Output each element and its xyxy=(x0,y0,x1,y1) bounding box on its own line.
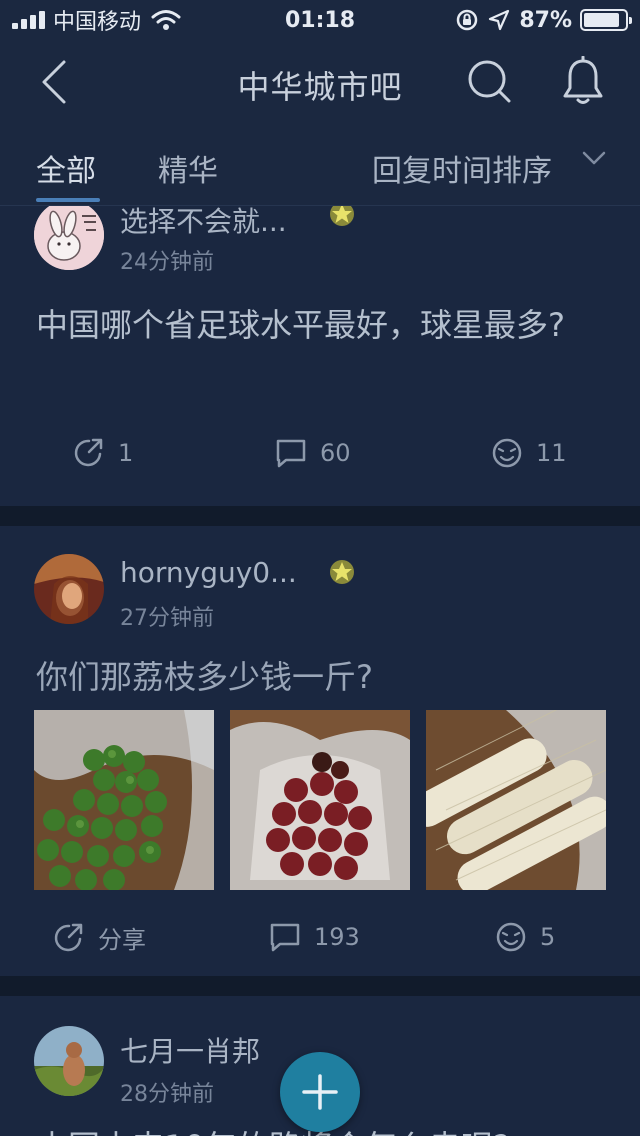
comment-icon xyxy=(276,439,306,468)
status-bar: 中国移动 01:18 87% xyxy=(0,0,640,40)
post-image-corn[interactable] xyxy=(426,710,606,890)
post-username[interactable]: hornyguy0... xyxy=(120,556,297,589)
new-post-button[interactable] xyxy=(280,1052,360,1132)
comment-button[interactable]: 60 xyxy=(274,436,351,470)
post-time: 28分钟前 xyxy=(120,1082,214,1107)
wifi-icon xyxy=(151,10,181,30)
comment-icon xyxy=(270,923,300,952)
level-badge-icon xyxy=(330,560,354,584)
level-badge-icon xyxy=(330,206,354,226)
status-right: 87% xyxy=(455,7,632,33)
like-button[interactable]: 11 xyxy=(490,436,567,470)
post-card[interactable]: 选择不会就... 24分钟前 中国哪个省足球水平最好，球星最多? 1 60 11 xyxy=(0,206,640,506)
share-label: 分享 xyxy=(98,926,146,954)
post-username[interactable]: 选择不会就... xyxy=(120,206,287,240)
battery-icon xyxy=(580,9,632,31)
app-screen: 中国移动 01:18 87% 中华城市吧 全部 精华 回复时间排序 选择不会就.… xyxy=(0,0,640,1136)
sort-dropdown[interactable]: 回复时间排序 xyxy=(372,146,552,190)
post-feed: 选择不会就... 24分钟前 中国哪个省足球水平最好，球星最多? 1 60 11… xyxy=(0,206,640,1136)
share-icon xyxy=(74,438,103,467)
bell-icon[interactable] xyxy=(560,56,606,106)
battery-percent: 87% xyxy=(519,7,572,33)
avatar[interactable] xyxy=(34,554,104,624)
location-icon xyxy=(489,9,510,31)
post-title[interactable]: 中国哪个省足球水平最好，球星最多? xyxy=(36,298,606,352)
avatar[interactable] xyxy=(34,206,104,270)
carrier-name: 中国移动 xyxy=(53,10,142,35)
post-time: 24分钟前 xyxy=(120,250,214,275)
share-button[interactable]: 1 xyxy=(72,436,133,470)
share-count: 1 xyxy=(118,439,134,467)
share-icon xyxy=(54,923,83,951)
page-title: 中华城市吧 xyxy=(237,68,403,106)
avatar[interactable] xyxy=(34,1026,104,1096)
like-button[interactable]: 5 xyxy=(494,920,555,954)
nav-bar: 中华城市吧 xyxy=(0,40,640,124)
share-button[interactable]: 分享 xyxy=(52,920,146,955)
post-time: 27分钟前 xyxy=(120,606,214,631)
comment-count: 193 xyxy=(314,923,360,951)
post-image-grapes[interactable] xyxy=(34,710,214,890)
post-image-lychees[interactable] xyxy=(230,710,410,890)
tab-all[interactable]: 全部 xyxy=(36,146,96,190)
search-icon[interactable] xyxy=(466,58,512,104)
rotation-lock-icon xyxy=(457,9,478,31)
tab-featured[interactable]: 精华 xyxy=(158,146,218,190)
chevron-down-icon[interactable] xyxy=(582,150,606,166)
comment-count: 60 xyxy=(320,439,351,467)
like-face-icon xyxy=(492,438,522,468)
tab-bar: 全部 精华 回复时间排序 xyxy=(0,124,640,206)
tab-active-indicator xyxy=(36,198,100,202)
like-count: 11 xyxy=(536,439,567,467)
battery-level xyxy=(584,13,619,27)
like-face-icon xyxy=(496,922,526,952)
plus-icon xyxy=(302,1074,338,1110)
post-title[interactable]: 你们那荔枝多少钱一斤? xyxy=(36,650,606,704)
signal-icon xyxy=(12,11,45,29)
post-card[interactable]: hornyguy0... 27分钟前 你们那荔枝多少钱一斤? 分享 193 5 xyxy=(0,526,640,976)
like-count: 5 xyxy=(540,923,556,951)
post-username[interactable]: 七月一肖邦 xyxy=(120,1030,260,1070)
comment-button[interactable]: 193 xyxy=(268,920,360,954)
